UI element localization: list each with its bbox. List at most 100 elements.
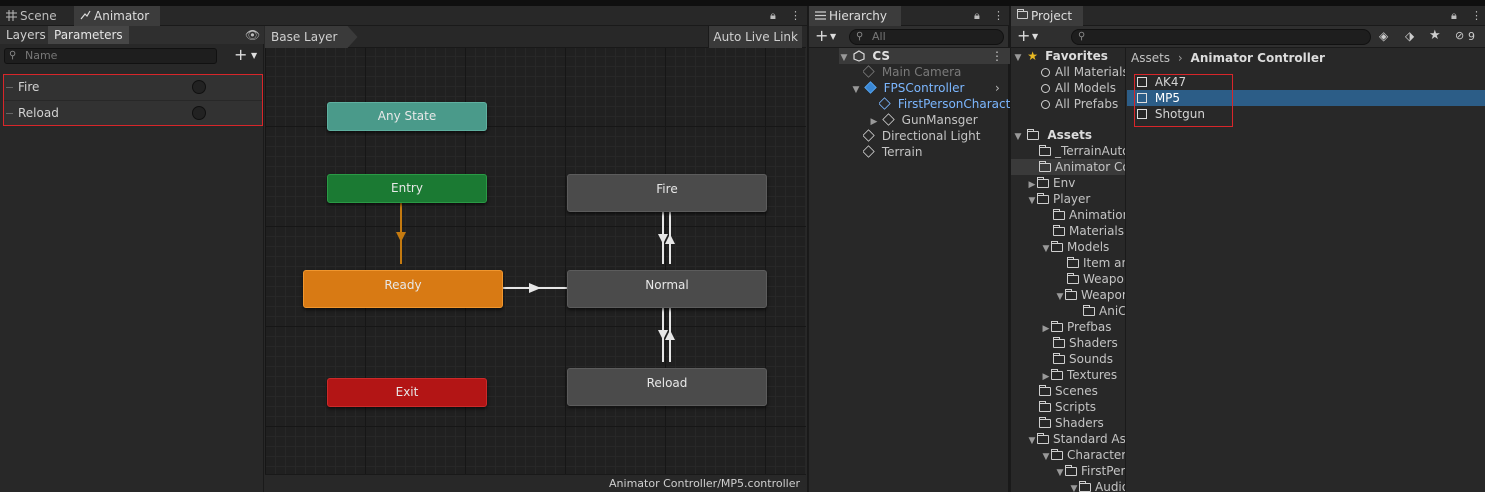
expand-arrow-icon[interactable]: ▼ bbox=[1041, 241, 1051, 255]
lock-icon[interactable]: 🔒︎ bbox=[974, 9, 980, 23]
state-reload[interactable]: Reload bbox=[567, 368, 767, 406]
folder-shaders-player[interactable]: Shaders bbox=[1053, 335, 1125, 351]
expand-arrow-icon[interactable]: ▶ bbox=[1041, 369, 1051, 383]
gameobject-icon bbox=[863, 145, 875, 158]
folder-scenes[interactable]: Scenes bbox=[1039, 383, 1125, 399]
state-any-state[interactable]: Any State bbox=[327, 102, 487, 131]
folder-terrainautoupgrade[interactable]: _TerrainAutoUpgrade bbox=[1039, 143, 1125, 159]
kebab-menu-icon[interactable]: ⋮ bbox=[993, 9, 1004, 22]
folder-sounds[interactable]: Sounds bbox=[1053, 351, 1125, 367]
folder-aniclips[interactable]: AniClips bbox=[1083, 303, 1125, 319]
folder-characters[interactable]: ▼ Characters bbox=[1041, 447, 1125, 463]
folder-standard-assets[interactable]: ▼ Standard Assets bbox=[1027, 431, 1126, 447]
expand-arrow-icon[interactable]: ▼ bbox=[1027, 193, 1037, 207]
chevron-right-icon[interactable]: › bbox=[995, 80, 1000, 96]
hierarchy-search-input[interactable]: ⚲ All bbox=[849, 29, 1004, 45]
folder-materials[interactable]: Materials bbox=[1053, 223, 1125, 239]
folder-label: Weapons bbox=[1083, 272, 1125, 286]
project-search-input[interactable]: ⚲ bbox=[1071, 29, 1371, 45]
folder-weapons[interactable]: Weapons bbox=[1067, 271, 1125, 287]
folder-animator-controller[interactable]: Animator Controller bbox=[1011, 159, 1125, 175]
state-exit[interactable]: Exit bbox=[327, 378, 487, 407]
folder-icon bbox=[1039, 161, 1051, 172]
hidden-packages-icon[interactable]: ⊘ bbox=[1455, 29, 1464, 42]
transition-arrow-icon bbox=[529, 283, 541, 293]
tab-animator[interactable]: Animator bbox=[74, 6, 160, 26]
tab-layers[interactable]: Layers bbox=[0, 26, 52, 44]
folder-models[interactable]: ▼ Models bbox=[1041, 239, 1125, 255]
search-by-type-icon[interactable]: ◈ bbox=[1379, 29, 1388, 43]
expand-arrow-icon[interactable]: ▼ bbox=[1055, 465, 1065, 479]
expand-arrow-icon[interactable]: ▶ bbox=[1041, 321, 1051, 335]
folder-animations[interactable]: Animations bbox=[1053, 207, 1125, 223]
expand-arrow-icon[interactable]: ▶ bbox=[1027, 177, 1037, 191]
expand-arrow-icon[interactable]: ▼ bbox=[1013, 50, 1023, 64]
scene-row-cs[interactable]: ▼ CS ⋮ bbox=[839, 48, 1039, 64]
state-ready[interactable]: Ready bbox=[303, 270, 503, 308]
folder-label: Scenes bbox=[1055, 384, 1098, 398]
expand-arrow-icon[interactable]: ▼ bbox=[839, 50, 849, 64]
lock-icon[interactable]: 🔒︎ bbox=[1451, 9, 1457, 23]
breadcrumb-assets[interactable]: Assets bbox=[1131, 51, 1170, 65]
folder-weapons-open[interactable]: ▼ Weapons bbox=[1055, 287, 1125, 303]
state-machine-graph[interactable]: Base Layer Auto Live Link Any State Entr… bbox=[265, 26, 806, 492]
expand-arrow-icon[interactable]: ▼ bbox=[1027, 433, 1037, 447]
favorite-label: All Prefabs bbox=[1055, 97, 1119, 111]
breadcrumb-current[interactable]: Animator Controller bbox=[1191, 51, 1325, 65]
tab-hierarchy[interactable]: Hierarchy bbox=[809, 6, 901, 26]
state-normal[interactable]: Normal bbox=[567, 270, 767, 308]
expand-arrow-icon[interactable]: ▼ bbox=[851, 82, 861, 96]
eye-icon[interactable]: 👁︎ bbox=[245, 28, 260, 42]
add-parameter-button[interactable]: + bbox=[234, 45, 247, 64]
kebab-menu-icon[interactable]: ⋮ bbox=[790, 9, 801, 22]
parameter-search-input[interactable]: ⚲ Name bbox=[4, 48, 217, 64]
folder-shaders[interactable]: Shaders bbox=[1039, 415, 1125, 431]
search-icon: ⚲ bbox=[856, 31, 864, 42]
gameobject-icon bbox=[863, 65, 875, 78]
folder-audio[interactable]: ▼ Audio bbox=[1069, 479, 1126, 492]
state-fire[interactable]: Fire bbox=[567, 174, 767, 212]
folder-icon bbox=[1053, 337, 1065, 348]
favorite-all-prefabs[interactable]: All Prefabs bbox=[1041, 96, 1125, 112]
expand-arrow-icon[interactable]: ▼ bbox=[1041, 449, 1051, 463]
folder-textures[interactable]: ▶ Textures bbox=[1041, 367, 1125, 383]
chevron-down-icon[interactable]: ▼ bbox=[1032, 32, 1038, 41]
expand-arrow-icon[interactable]: ▼ bbox=[1069, 481, 1079, 492]
folder-firstperson[interactable]: ▼ FirstPerson bbox=[1055, 463, 1125, 479]
create-button[interactable]: + bbox=[1017, 26, 1030, 45]
folder-prefbas[interactable]: ▶ Prefbas bbox=[1041, 319, 1125, 335]
tab-scene[interactable]: Scene bbox=[0, 6, 72, 26]
star-icon[interactable]: ★ bbox=[1429, 28, 1441, 43]
kebab-menu-icon[interactable]: ⋮ bbox=[991, 48, 1003, 64]
expand-arrow-icon[interactable]: ▼ bbox=[1055, 289, 1065, 303]
folder-label: Audio bbox=[1095, 480, 1126, 492]
tab-parameters[interactable]: Parameters bbox=[48, 26, 129, 44]
favorite-all-materials[interactable]: All Materials bbox=[1041, 64, 1125, 80]
folder-scripts[interactable]: Scripts bbox=[1039, 399, 1125, 415]
state-entry[interactable]: Entry bbox=[327, 174, 487, 203]
search-icon bbox=[1041, 68, 1050, 77]
expand-arrow-icon[interactable]: ▶ bbox=[869, 114, 879, 128]
favorites-header[interactable]: ▼ ★ Favorites bbox=[1013, 48, 1125, 64]
chevron-down-icon[interactable]: ▼ bbox=[830, 32, 836, 41]
create-button[interactable]: + bbox=[815, 26, 828, 45]
tab-project[interactable]: Project bbox=[1011, 6, 1083, 26]
chevron-right-icon: › bbox=[1177, 51, 1183, 65]
folder-label: Standard Assets bbox=[1053, 432, 1126, 446]
search-icon: ⚲ bbox=[1078, 31, 1086, 42]
chevron-down-icon[interactable]: ▼ bbox=[251, 51, 257, 60]
favorite-all-models[interactable]: All Models bbox=[1041, 80, 1125, 96]
folder-env[interactable]: ▶ Env bbox=[1027, 175, 1125, 191]
project-breadcrumb: Assets › Animator Controller bbox=[1127, 48, 1485, 68]
assets-root[interactable]: ▼ Assets bbox=[1013, 127, 1125, 143]
folder-icon bbox=[1053, 209, 1065, 220]
folder-player[interactable]: ▼ Player bbox=[1027, 191, 1125, 207]
folder-icon bbox=[1053, 225, 1065, 236]
folder-item-and[interactable]: Item and bbox=[1067, 255, 1125, 271]
label-tag-icon[interactable]: ⬗ bbox=[1405, 29, 1414, 43]
prefab-child-icon bbox=[879, 97, 891, 110]
lock-icon[interactable]: 🔒︎ bbox=[770, 9, 776, 23]
parameters-pane: Layers Parameters 👁︎ ⚲ Name + ▼ Fire Rel… bbox=[0, 26, 264, 492]
expand-arrow-icon[interactable]: ▼ bbox=[1013, 129, 1023, 143]
kebab-menu-icon[interactable]: ⋮ bbox=[1471, 9, 1482, 22]
